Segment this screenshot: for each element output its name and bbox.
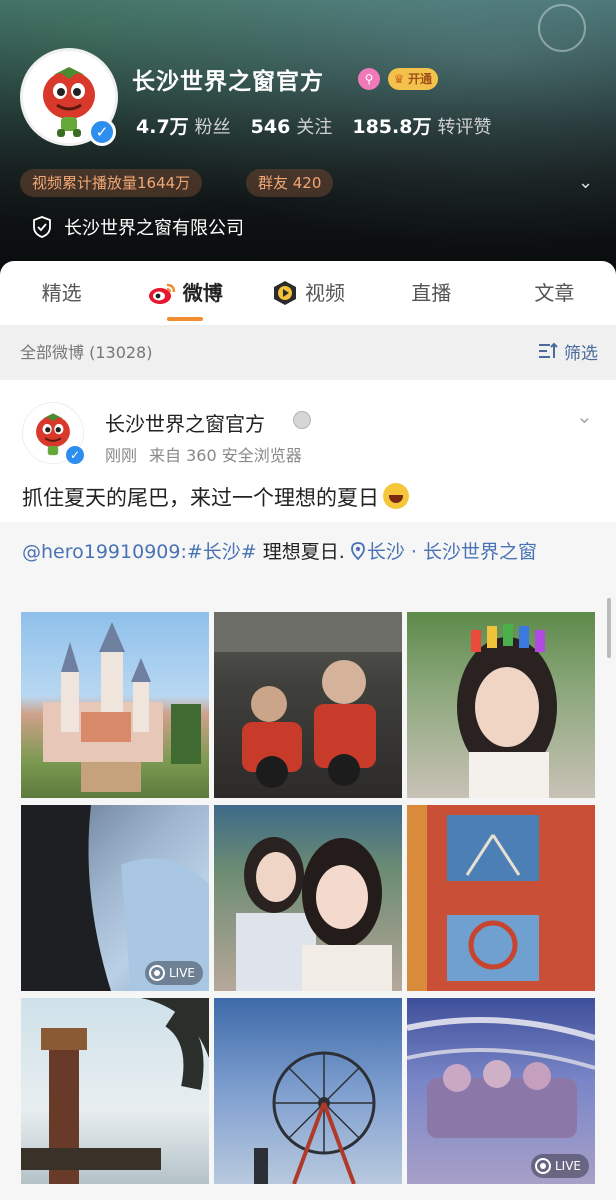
image-6[interactable] (407, 805, 595, 991)
stat-likes[interactable]: 185.8万 转评赞 (352, 112, 491, 139)
image-4[interactable]: LIVE (21, 805, 209, 991)
ferris-wheel-backdrop (538, 4, 586, 52)
two-girls-illustration (236, 837, 392, 991)
tab-articles[interactable]: 文章 (493, 261, 616, 325)
stat-following[interactable]: 546 关注 (251, 113, 333, 139)
filter-bar: 全部微博 (13028) 筛选 (0, 325, 616, 377)
post-source: 来自 360 安全浏览器 (149, 446, 302, 465)
post-author[interactable]: 长沙世界之窗官方 (105, 408, 265, 437)
image-2[interactable] (214, 612, 402, 798)
image-5[interactable] (214, 805, 402, 991)
live-photo-badge: LIVE (530, 1154, 589, 1178)
ferris-wheel-illustration (254, 1051, 376, 1184)
posters-illustration (407, 805, 539, 991)
filter-button[interactable]: 筛选 (538, 339, 598, 364)
filter-icon (539, 342, 558, 358)
crown-icon: ♛ (393, 72, 405, 86)
live-icon (148, 965, 165, 981)
location-link[interactable]: 长沙 · 长沙世界之窗 (350, 541, 537, 563)
post-text: 抓住夏天的尾巴，来过一个理想的夏日 (22, 482, 409, 512)
tab-video[interactable]: 视频 (246, 261, 369, 325)
post-meta: 刚刚 来自 360 安全浏览器 (105, 442, 302, 466)
repost-topic-link[interactable]: #长沙# (187, 541, 257, 563)
image-7[interactable] (21, 998, 209, 1184)
post-time: 刚刚 (105, 446, 138, 465)
tab-featured[interactable]: 精选 (0, 261, 123, 325)
image-8[interactable] (214, 998, 402, 1184)
post-menu-chevron-icon[interactable]: ⌄ (576, 404, 593, 428)
company-verification[interactable]: 长沙世界之窗有限公司 (32, 214, 244, 240)
weibo-logo-icon (148, 283, 175, 304)
search-badge-icon[interactable]: ⚲ (358, 68, 380, 90)
profile-name: 长沙世界之窗官方 (132, 69, 324, 95)
video-plays-pill[interactable]: 视频累计播放量1644万 (20, 169, 203, 197)
bear-motorcycle-illustration (214, 612, 402, 788)
live-photo-badge: LIVE (144, 961, 203, 985)
repost-text: @hero19910909:#长沙# 理想夏日. 长沙 · 长沙世界之窗 (22, 541, 537, 563)
shield-icon (33, 216, 51, 238)
profile-tabs: 精选 微博 视频 直播 文章 (0, 261, 616, 325)
drop-tower-illustration (21, 998, 209, 1184)
medal-icon[interactable] (293, 411, 311, 429)
verified-badge-icon: ✓ (88, 118, 116, 146)
laugh-emoji-icon (383, 483, 409, 509)
video-channel-icon (274, 281, 296, 305)
castle-illustration (43, 622, 201, 792)
tab-weibo[interactable]: 微博 (123, 261, 246, 325)
location-pin-icon (350, 542, 365, 561)
verified-badge-icon: ✓ (64, 444, 86, 466)
stat-fans[interactable]: 4.7万 粉丝 (136, 112, 231, 139)
all-weibo-count: 全部微博 (13028) (20, 343, 153, 362)
image-3[interactable] (407, 612, 595, 798)
profile-stats: 4.7万 粉丝 546 关注 185.8万 转评赞 (136, 112, 491, 139)
chevron-down-icon[interactable]: ⌄ (578, 172, 593, 193)
image-1[interactable] (21, 612, 209, 798)
scrollbar[interactable] (607, 598, 611, 658)
tab-live[interactable]: 直播 (370, 261, 493, 325)
profile-header: ✓ 长沙世界之窗官方 ⚲ ♛ 开通 4.7万 粉丝 546 关注 185.8万 转评赞 … (0, 0, 616, 280)
vip-badge[interactable]: ♛ 开通 (388, 68, 439, 90)
live-icon (534, 1158, 551, 1174)
image-9[interactable]: LIVE (407, 998, 595, 1184)
repost-user-link[interactable]: @hero19910909: (22, 541, 187, 563)
girl-portrait-illustration (457, 624, 557, 798)
active-tab-indicator (166, 317, 203, 321)
group-pill[interactable]: 群友 420 (246, 169, 334, 197)
